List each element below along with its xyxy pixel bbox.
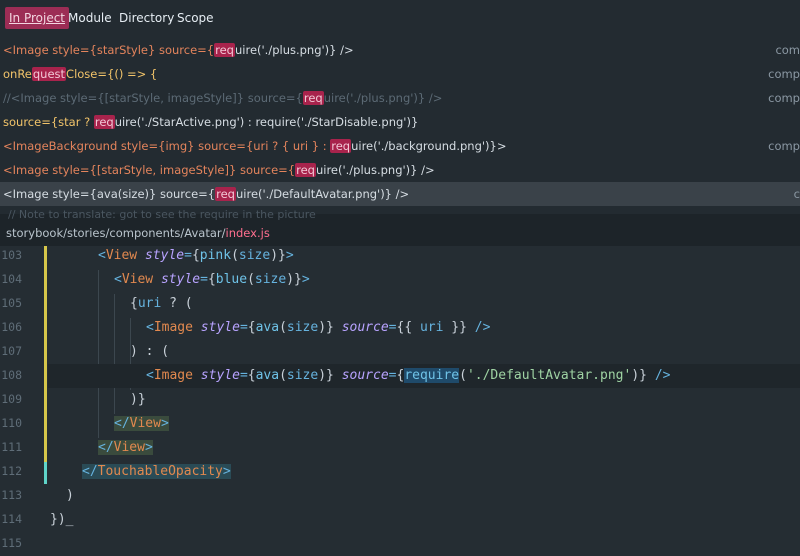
code-editor[interactable]: 103 104 105 106 107 108 109 110 111 112 113 114 115 …	[0, 246, 800, 556]
result-location: comp	[768, 139, 800, 153]
code-line[interactable]: })̲	[48, 508, 800, 532]
result-location: c	[793, 187, 800, 201]
line-number: 104	[1, 272, 22, 286]
line-number: 113	[1, 488, 22, 502]
path-dir: storybook/stories/components/Avatar/	[6, 226, 226, 240]
line-number: 115	[1, 536, 22, 550]
code-line[interactable]: {uri ? (	[48, 292, 800, 316]
code-line[interactable]: )}	[48, 388, 800, 412]
line-number: 114	[1, 512, 22, 526]
file-path-bar: storybook/stories/components/Avatar/inde…	[0, 220, 800, 246]
search-results-list: <Image style={starStyle} source={require…	[0, 36, 800, 216]
result-row[interactable]: //<Image style={[starStyle, imageStyle]}…	[0, 86, 800, 110]
result-row[interactable]: source={star ? require('./StarActive.png…	[0, 110, 800, 134]
line-number: 112	[1, 464, 22, 478]
result-location: comp	[768, 67, 800, 81]
line-number: 109	[1, 392, 22, 406]
result-row[interactable]: <ImageBackground style={img} source={uri…	[0, 134, 800, 158]
code-line[interactable]: </View>	[48, 412, 800, 436]
line-number: 108	[1, 368, 22, 382]
code-line[interactable]: <Image style={ava(size)} source={{ uri }…	[48, 316, 800, 340]
code-line[interactable]: </TouchableOpacity>	[48, 460, 800, 484]
result-row-selected[interactable]: <Image style={ava(size)} source={require…	[0, 182, 800, 206]
line-number: 103	[1, 248, 22, 262]
tab-scope[interactable]: Scope	[173, 7, 218, 29]
line-number: 111	[1, 440, 22, 454]
tab-in-project[interactable]: In Project	[5, 7, 70, 29]
code-line[interactable]: <View style={pink(size)}>	[48, 244, 800, 268]
line-number-gutter: 103 104 105 106 107 108 109 110 111 112 113 114 115	[0, 246, 40, 556]
code-line[interactable]: </View>	[48, 436, 800, 460]
line-number: 105	[1, 296, 22, 310]
result-row[interactable]: onRequestClose={() => { comp	[0, 62, 800, 86]
code-line[interactable]	[48, 532, 800, 556]
line-number: 110	[1, 416, 22, 430]
line-number: 106	[1, 320, 22, 334]
tab-module[interactable]: Module	[64, 7, 116, 29]
code-line[interactable]: <View style={blue(size)}>	[48, 268, 800, 292]
line-number: 107	[1, 344, 22, 358]
result-location: comp	[768, 91, 800, 105]
modified-marker	[44, 246, 47, 462]
search-scope-tabs: In Project Module Directory Scope	[0, 0, 800, 36]
code-line[interactable]: ) : (	[48, 340, 800, 364]
added-marker	[44, 462, 47, 484]
result-row[interactable]: <Image style={[starStyle, imageStyle]} s…	[0, 158, 800, 182]
result-row[interactable]: <Image style={starStyle} source={require…	[0, 38, 800, 62]
result-location: com	[775, 43, 800, 57]
code-line[interactable]: <Image style={ava(size)} source={require…	[48, 364, 800, 388]
tab-directory[interactable]: Directory	[115, 7, 178, 29]
code-line[interactable]: )	[48, 484, 800, 508]
path-file: index.js	[225, 226, 270, 240]
